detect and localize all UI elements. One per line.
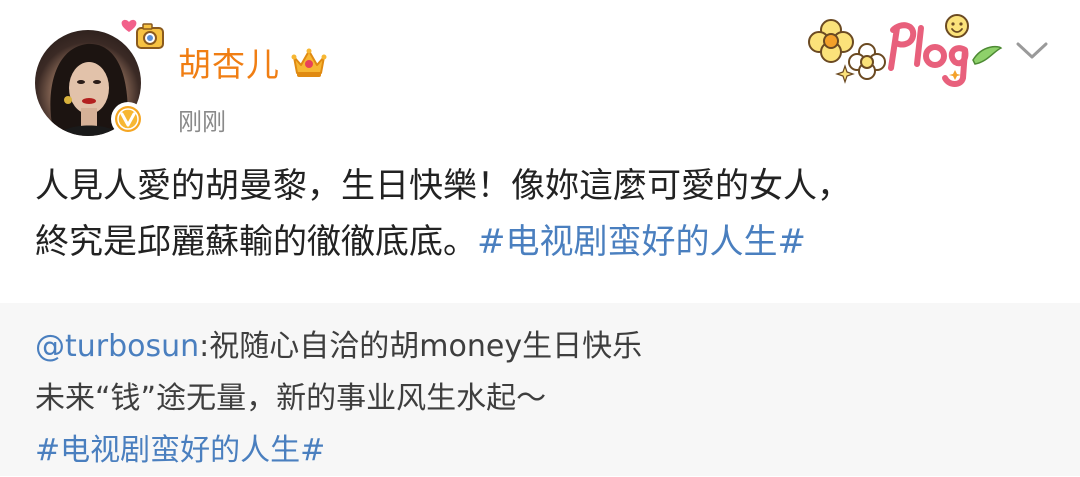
repost-text-segment: :祝随心自洽的胡money生日快乐 bbox=[199, 329, 643, 364]
mention-link[interactable]: @turbosun bbox=[35, 329, 199, 364]
post-timestamp: 刚刚 bbox=[178, 108, 226, 136]
hashtag-link[interactable]: #电视剧蛮好的人生# bbox=[477, 222, 806, 262]
author-name[interactable]: 胡杏儿 bbox=[178, 38, 280, 86]
post-text-line: 終究是邱麗蘇輸的徹徹底底。#电视剧蛮好的人生# bbox=[35, 214, 1055, 270]
repost-text-line: @turbosun:祝随心自洽的胡money生日快乐 bbox=[35, 321, 1055, 373]
repost-block[interactable]: @turbosun:祝随心自洽的胡money生日快乐 未来“钱”途无量，新的事业… bbox=[0, 303, 1080, 476]
weibo-post: 胡杏儿 刚刚 人見人愛的胡曼黎，生日快樂！像妳這麼可愛的女人， 終究是邱麗蘇輸的… bbox=[0, 0, 1080, 303]
avatar-container[interactable] bbox=[35, 19, 164, 136]
plog-sticker bbox=[805, 8, 1005, 90]
hashtag-link[interactable]: #电视剧蛮好的人生# bbox=[35, 425, 1055, 477]
verified-v-badge-icon bbox=[111, 102, 145, 136]
post-text-line: 人見人愛的胡曼黎，生日快樂！像妳這麼可愛的女人， bbox=[35, 166, 851, 206]
post-text-segment: 終究是邱麗蘇輸的徹徹底底。 bbox=[35, 222, 477, 262]
crown-vip-icon[interactable] bbox=[290, 45, 328, 79]
repost-body: @turbosun:祝随心自洽的胡money生日快乐 未来“钱”途无量，新的事业… bbox=[35, 321, 1055, 477]
chevron-down-icon[interactable] bbox=[1012, 38, 1052, 64]
author-row: 胡杏儿 bbox=[178, 40, 328, 84]
repost-text-line: 未来“钱”途无量，新的事业风生水起～ bbox=[35, 381, 547, 416]
camera-heart-deco-icon bbox=[119, 16, 171, 56]
post-body: 人見人愛的胡曼黎，生日快樂！像妳這麼可愛的女人， 終究是邱麗蘇輸的徹徹底底。#电… bbox=[35, 158, 1055, 270]
